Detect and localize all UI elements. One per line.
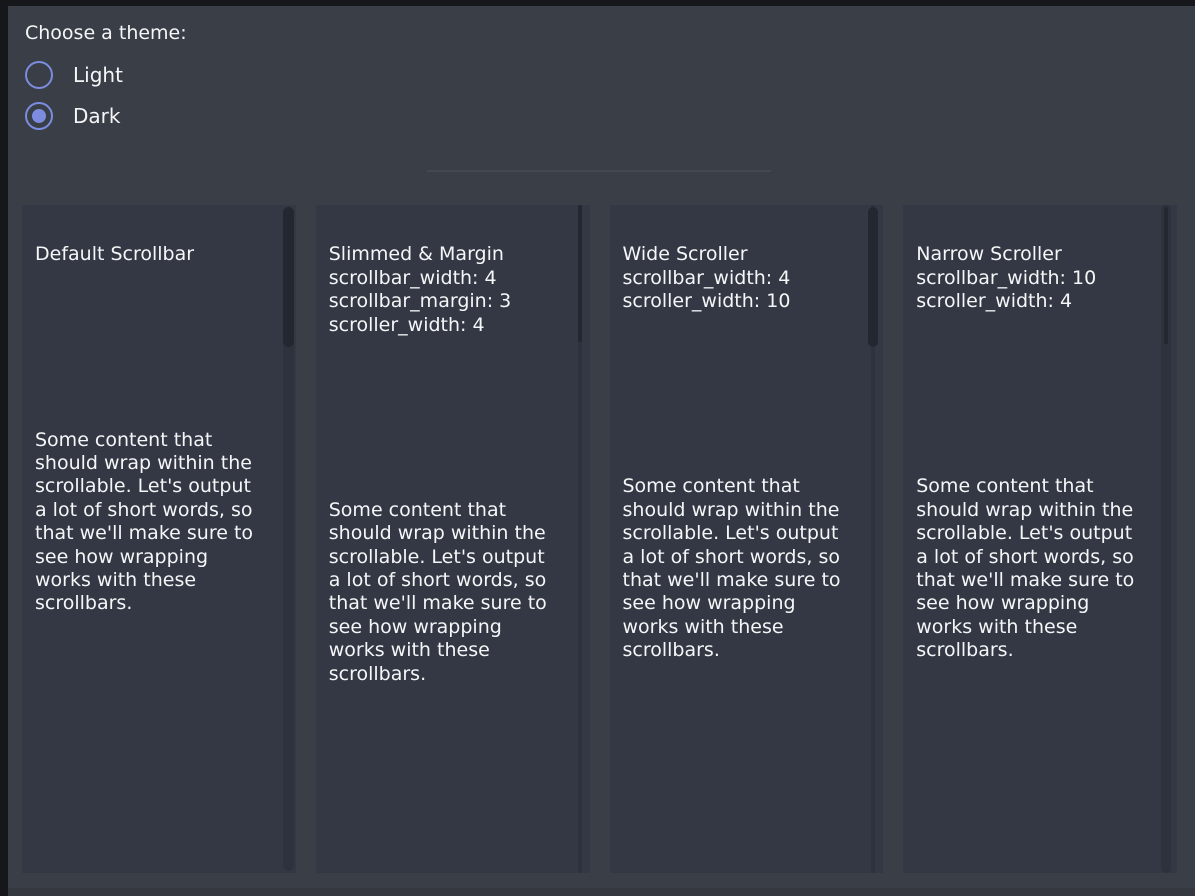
radio-selected-icon (25, 102, 53, 130)
panel-default-scrollbar[interactable]: Default Scrollbar Some content that shou… (22, 205, 296, 873)
scrollbar-demo-row: Default Scrollbar Some content that shou… (22, 205, 1177, 873)
panel-body: Default Scrollbar Some content that shou… (35, 220, 272, 639)
scrollbar-thumb[interactable] (1164, 207, 1168, 344)
scrollbar-thumb[interactable] (283, 207, 294, 347)
panel-spacer (623, 337, 860, 452)
panel-header: Default Scrollbar (35, 243, 272, 266)
radio-option-light[interactable]: Light (25, 61, 123, 89)
panel-body: Slimmed & Margin scrollbar_width: 4 scro… (329, 220, 566, 710)
scrollbar-thumb[interactable] (868, 207, 878, 347)
panel-wide-scroller[interactable]: Wide Scroller scrollbar_width: 4 scrolle… (610, 205, 884, 873)
bottom-edge-band (8, 888, 1195, 896)
scrollbar-thumb[interactable] (578, 205, 582, 342)
radio-dot (32, 109, 46, 123)
panel-spacer (35, 290, 272, 405)
panel-narrow-scroller[interactable]: Narrow Scroller scrollbar_width: 10 scro… (903, 205, 1177, 873)
panel-slimmed-and-margin[interactable]: Slimmed & Margin scrollbar_width: 4 scro… (316, 205, 590, 873)
panel-spacer (329, 360, 566, 475)
radio-label-dark: Dark (73, 104, 120, 128)
panel-content-text: Some content that should wrap within the… (329, 499, 566, 686)
radio-option-dark[interactable]: Dark (25, 102, 120, 130)
panel-content-text: Some content that should wrap within the… (623, 475, 860, 662)
panel-spacer (916, 337, 1153, 452)
panel-body: Narrow Scroller scrollbar_width: 10 scro… (916, 220, 1153, 686)
theme-chooser-label: Choose a theme: (25, 22, 187, 44)
panel-body: Wide Scroller scrollbar_width: 4 scrolle… (623, 220, 860, 686)
radio-label-light: Light (73, 63, 123, 87)
app-window: Choose a theme: Light Dark Default Scrol… (8, 6, 1195, 888)
panel-content-text: Some content that should wrap within the… (35, 429, 272, 616)
panel-header: Wide Scroller scrollbar_width: 4 scrolle… (623, 243, 860, 313)
panel-header: Slimmed & Margin scrollbar_width: 4 scro… (329, 243, 566, 337)
radio-unselected-icon (25, 61, 53, 89)
panel-header: Narrow Scroller scrollbar_width: 10 scro… (916, 243, 1153, 313)
horizontal-divider (427, 170, 771, 172)
panel-content-text: Some content that should wrap within the… (916, 475, 1153, 662)
